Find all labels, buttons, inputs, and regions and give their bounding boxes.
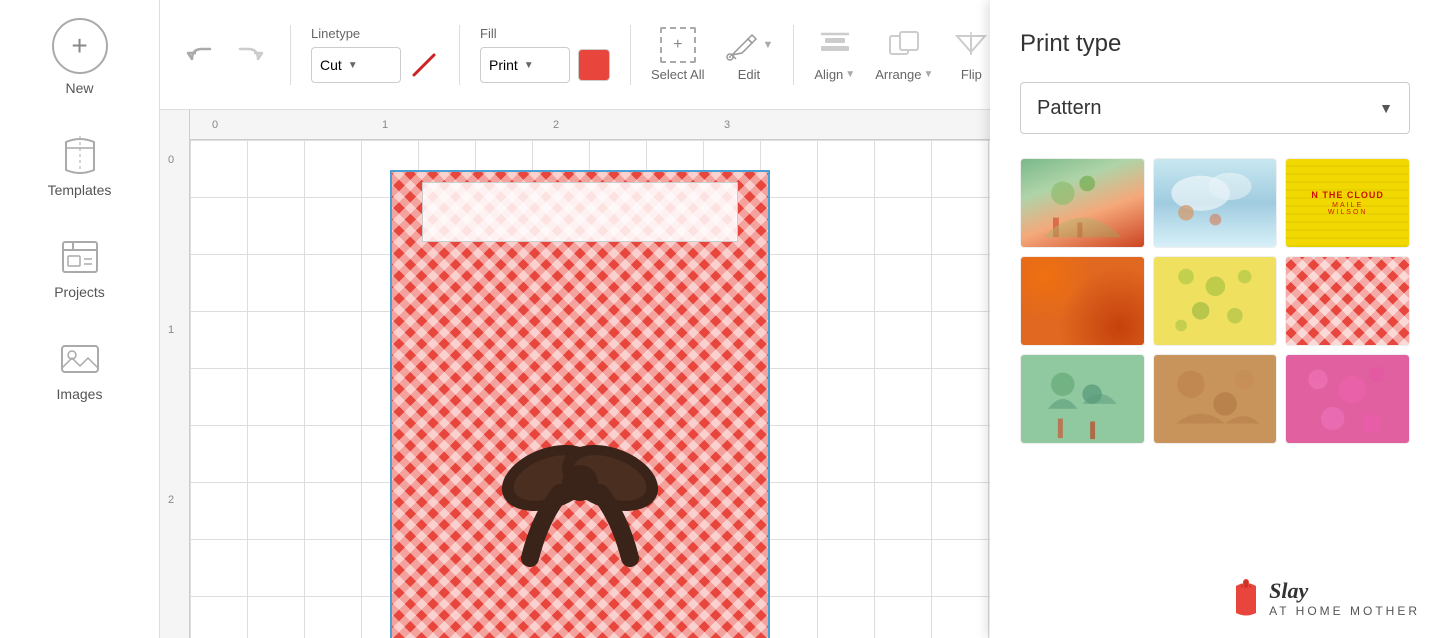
panel-title: Print type xyxy=(1020,30,1410,58)
sidebar-item-images[interactable]: Images xyxy=(0,328,159,410)
projects-icon xyxy=(58,234,102,278)
align-label: Align xyxy=(814,67,843,82)
fill-arrow: ▼ xyxy=(524,60,534,71)
canvas-design-image[interactable] xyxy=(390,170,770,638)
ruler-left: 0 1 2 xyxy=(160,110,190,638)
linetype-arrow: ▼ xyxy=(348,60,358,71)
ruler-tick-3: 3 xyxy=(724,119,730,131)
cut-line-icon xyxy=(409,50,439,80)
linetype-selected: Cut xyxy=(320,57,342,73)
sidebar-label-images: Images xyxy=(57,386,103,402)
watermark-text-block: Slay AT HOME MOTHER xyxy=(1269,578,1420,618)
edit-action[interactable]: ▼ Edit xyxy=(724,27,773,82)
pattern-item-1[interactable] xyxy=(1020,158,1145,248)
arrange-label: Arrange xyxy=(875,67,921,82)
watermark-script: Slay xyxy=(1269,578,1420,604)
p3-text: N THE CLOUD xyxy=(1311,190,1384,200)
sidebar-item-templates[interactable]: Templates xyxy=(0,124,159,206)
ruler-tick-2: 2 xyxy=(553,119,559,131)
fill-selected: Print xyxy=(489,57,518,73)
select-all-icon: + xyxy=(660,27,696,63)
p3-subtext: MAILE WILSON xyxy=(1311,202,1384,216)
print-type-panel: Print type Pattern ▼ xyxy=(990,0,1440,638)
ruler-left-tick-0: 0 xyxy=(168,154,174,166)
pattern-item-5[interactable] xyxy=(1153,256,1278,346)
fill-dropdown[interactable]: Print ▼ xyxy=(480,47,570,83)
flip-label: Flip xyxy=(961,67,982,82)
pattern-item-4[interactable] xyxy=(1020,256,1145,346)
pattern-item-8[interactable] xyxy=(1153,354,1278,444)
redo-button[interactable] xyxy=(230,35,270,75)
pattern-item-9[interactable] xyxy=(1285,354,1410,444)
arrange-icon xyxy=(886,28,922,63)
edit-icon: ▼ xyxy=(724,27,773,63)
fill-color-swatch[interactable] xyxy=(578,49,610,81)
watermark-sub: AT HOME MOTHER xyxy=(1269,604,1420,618)
fill-row: Print ▼ xyxy=(480,47,610,83)
sidebar: + New Templates Projects xyxy=(0,0,160,638)
pattern-item-2[interactable] xyxy=(1153,158,1278,248)
sep-2 xyxy=(459,25,460,85)
flip-action[interactable]: Flip xyxy=(953,28,989,82)
print-type-selected: Pattern xyxy=(1037,97,1101,120)
align-action[interactable]: Align ▼ xyxy=(814,28,855,82)
gift-box xyxy=(392,172,768,638)
gift-label xyxy=(422,182,738,242)
fill-label: Fill xyxy=(480,26,497,41)
select-all-label: Select All xyxy=(651,67,704,82)
print-type-arrow: ▼ xyxy=(1379,100,1393,116)
flip-icon xyxy=(953,28,989,63)
sidebar-label-projects: Projects xyxy=(54,284,105,300)
linetype-dropdown[interactable]: Cut ▼ xyxy=(311,47,401,83)
undo-button[interactable] xyxy=(180,35,220,75)
fill-section: Fill Print ▼ xyxy=(480,26,610,83)
templates-icon xyxy=(58,132,102,176)
arrange-action[interactable]: Arrange ▼ xyxy=(875,28,933,82)
images-icon xyxy=(58,336,102,380)
ruler-tick-1: 1 xyxy=(382,119,388,131)
pattern-item-7[interactable] xyxy=(1020,354,1145,444)
linetype-row: Cut ▼ xyxy=(311,47,439,83)
select-all-action[interactable]: + Select All xyxy=(651,27,704,82)
edit-label: Edit xyxy=(738,67,760,82)
sep-3 xyxy=(630,25,631,85)
print-type-dropdown[interactable]: Pattern ▼ xyxy=(1020,82,1410,134)
pattern-item-6[interactable] xyxy=(1285,256,1410,346)
sep-1 xyxy=(290,25,291,85)
bow-svg xyxy=(490,428,670,568)
sidebar-label-templates: Templates xyxy=(48,182,112,198)
sidebar-item-projects[interactable]: Projects xyxy=(0,226,159,308)
pattern-grid: N THE CLOUD MAILE WILSON xyxy=(1020,158,1410,444)
watermark-icon xyxy=(1231,578,1261,618)
undo-redo-group xyxy=(180,35,270,75)
ruler-left-tick-2: 2 xyxy=(168,494,174,506)
sep-4 xyxy=(793,25,794,85)
ruler-left-tick-1: 1 xyxy=(168,324,174,336)
pattern-item-3[interactable]: N THE CLOUD MAILE WILSON xyxy=(1285,158,1410,248)
linetype-label: Linetype xyxy=(311,26,360,41)
new-icon: + xyxy=(52,18,108,74)
align-icon xyxy=(817,28,853,63)
sidebar-item-new[interactable]: + New xyxy=(0,10,159,104)
linetype-section: Linetype Cut ▼ xyxy=(311,26,439,83)
sidebar-label-new: New xyxy=(65,80,93,96)
watermark: Slay AT HOME MOTHER xyxy=(1231,578,1420,618)
ruler-tick-0: 0 xyxy=(212,119,218,131)
